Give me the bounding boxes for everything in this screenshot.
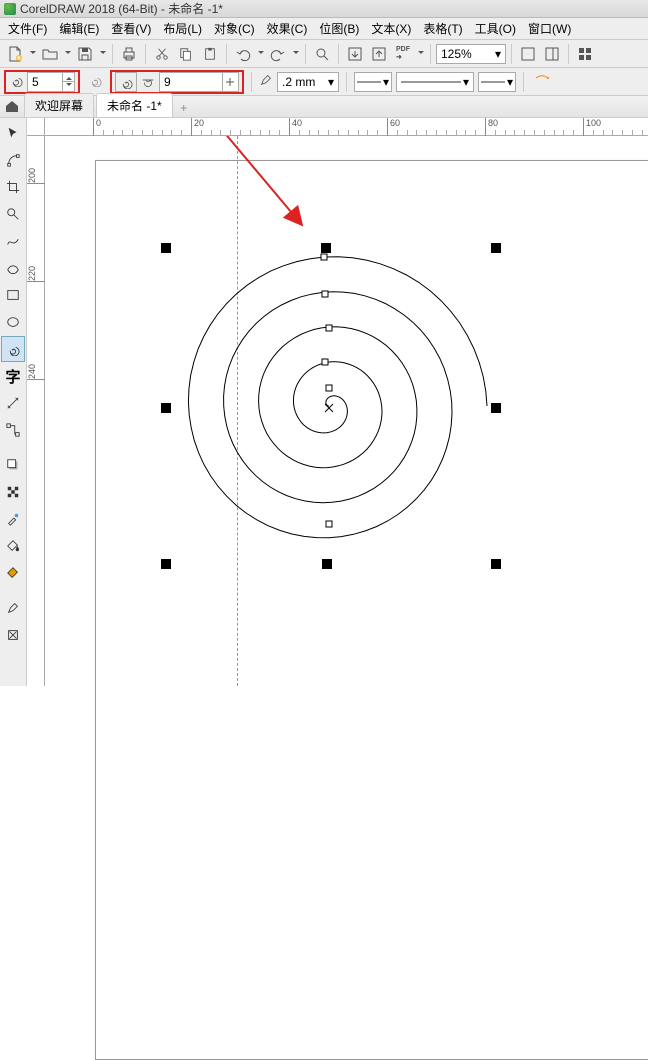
line-style-combo[interactable]: ▾ xyxy=(396,72,474,92)
menu-view[interactable]: 查看(V) xyxy=(105,18,157,39)
shape-tool[interactable] xyxy=(1,147,25,173)
canvas[interactable] xyxy=(45,136,648,686)
fill-tool[interactable] xyxy=(1,622,25,648)
interactive-fill-tool[interactable] xyxy=(1,533,25,559)
connector-tool[interactable] xyxy=(1,417,25,443)
menu-file[interactable]: 文件(F) xyxy=(2,18,53,39)
revolutions-group-highlight xyxy=(4,70,80,94)
dockers-button[interactable] xyxy=(541,43,563,65)
freehand-tool[interactable] xyxy=(1,228,25,254)
revolutions-input[interactable] xyxy=(28,73,62,91)
undo-dropdown[interactable] xyxy=(256,43,265,65)
app-icon xyxy=(4,3,16,15)
paste-button[interactable] xyxy=(199,43,221,65)
menu-effects[interactable]: 效果(C) xyxy=(261,18,314,39)
menu-tools[interactable]: 工具(O) xyxy=(469,18,522,39)
spiral-revolutions-icon xyxy=(9,73,23,90)
expansion-input[interactable] xyxy=(160,73,222,91)
save-button[interactable] xyxy=(74,43,96,65)
artistic-media-tool[interactable] xyxy=(1,255,25,281)
revolutions-up[interactable] xyxy=(62,73,74,82)
end-arrow-combo[interactable]: ▾ xyxy=(478,72,516,92)
crop-tool[interactable] xyxy=(1,174,25,200)
ruler-vertical[interactable]: 200220240 xyxy=(27,136,45,686)
menu-edit[interactable]: 编辑(E) xyxy=(53,18,105,39)
spiral-expansion-icon xyxy=(141,73,155,90)
tab-welcome[interactable]: 欢迎屏幕 xyxy=(24,93,94,117)
eyedropper-tool[interactable] xyxy=(1,506,25,532)
save-dropdown[interactable] xyxy=(98,43,107,65)
smart-fill-tool[interactable] xyxy=(1,560,25,586)
undo-button[interactable] xyxy=(232,43,254,65)
tab-welcome-label: 欢迎屏幕 xyxy=(35,97,83,114)
search-button[interactable] xyxy=(311,43,333,65)
zoom-combo[interactable]: 125%▾ xyxy=(436,44,506,64)
print-button[interactable] xyxy=(118,43,140,65)
text-tool[interactable]: 字 xyxy=(1,363,25,389)
zoom-value: 125% xyxy=(441,47,472,61)
menu-bitmap[interactable]: 位图(B) xyxy=(313,18,365,39)
zoom-tool[interactable] xyxy=(1,201,25,227)
menu-text[interactable]: 文本(X) xyxy=(365,18,417,39)
rectangle-tool[interactable] xyxy=(1,282,25,308)
menu-bar: 文件(F) 编辑(E) 查看(V) 布局(L) 对象(C) 效果(C) 位图(B… xyxy=(0,18,648,40)
transparency-tool[interactable] xyxy=(1,479,25,505)
pick-tool[interactable] xyxy=(1,120,25,146)
redo-button[interactable] xyxy=(267,43,289,65)
outline-width-combo[interactable]: .2 mm▾ xyxy=(277,72,339,92)
export-button[interactable] xyxy=(368,43,390,65)
new-tab-button[interactable]: + xyxy=(175,99,193,117)
pdf-export-button[interactable]: PDF➜ xyxy=(392,43,414,65)
wrap-text-button[interactable] xyxy=(531,71,553,93)
ruler-origin[interactable] xyxy=(27,118,45,136)
open-dropdown[interactable] xyxy=(63,43,72,65)
revolutions-spinner[interactable] xyxy=(27,72,75,92)
parallel-dim-tool[interactable] xyxy=(1,390,25,416)
fullscreen-button[interactable] xyxy=(517,43,539,65)
home-icon[interactable] xyxy=(4,98,20,114)
expansion-slider-button[interactable] xyxy=(222,73,236,91)
drop-shadow-tool[interactable] xyxy=(1,452,25,478)
ellipse-tool[interactable] xyxy=(1,309,25,335)
start-arrow-combo[interactable]: ▾ xyxy=(354,72,392,92)
logarithmic-spiral-icon[interactable] xyxy=(115,72,137,92)
revolutions-down[interactable] xyxy=(62,82,74,91)
expansion-group-highlight xyxy=(110,70,244,94)
title-bar: CorelDRAW 2018 (64-Bit) - 未命名 -1* xyxy=(0,0,648,18)
import-button[interactable] xyxy=(344,43,366,65)
outline-pen-icon xyxy=(259,73,273,90)
spiral-object[interactable] xyxy=(45,136,648,716)
tab-doc1[interactable]: 未命名 -1* xyxy=(96,93,173,117)
canvas-area: 020406080100120 200220240 xyxy=(27,118,648,686)
document-tabs: 欢迎屏幕 未命名 -1* + xyxy=(0,96,648,118)
cut-button[interactable] xyxy=(151,43,173,65)
open-button[interactable] xyxy=(39,43,61,65)
menu-window[interactable]: 窗口(W) xyxy=(522,18,577,39)
new-dropdown[interactable] xyxy=(28,43,37,65)
menu-table[interactable]: 表格(T) xyxy=(417,18,468,39)
spiral-tool[interactable] xyxy=(1,336,25,362)
launcher-button[interactable] xyxy=(574,43,596,65)
new-button[interactable] xyxy=(4,43,26,65)
menu-object[interactable]: 对象(C) xyxy=(208,18,261,39)
window-title: CorelDRAW 2018 (64-Bit) - 未命名 -1* xyxy=(20,0,223,17)
menu-layout[interactable]: 布局(L) xyxy=(157,18,208,39)
symmetric-spiral-icon[interactable] xyxy=(88,73,102,90)
outline-pen-tool[interactable] xyxy=(1,595,25,621)
property-bar: .2 mm▾ ▾ ▾ ▾ xyxy=(0,68,648,96)
redo-dropdown[interactable] xyxy=(291,43,300,65)
ruler-horizontal[interactable]: 020406080100120 xyxy=(45,118,648,136)
standard-toolbar: PDF➜ 125%▾ xyxy=(0,40,648,68)
tab-doc1-label: 未命名 -1* xyxy=(107,97,162,114)
copy-button[interactable] xyxy=(175,43,197,65)
pdf-dropdown[interactable] xyxy=(416,43,425,65)
outline-width-value: .2 mm xyxy=(282,75,315,89)
expansion-slider[interactable] xyxy=(159,72,239,92)
toolbox: 字 xyxy=(0,118,27,686)
